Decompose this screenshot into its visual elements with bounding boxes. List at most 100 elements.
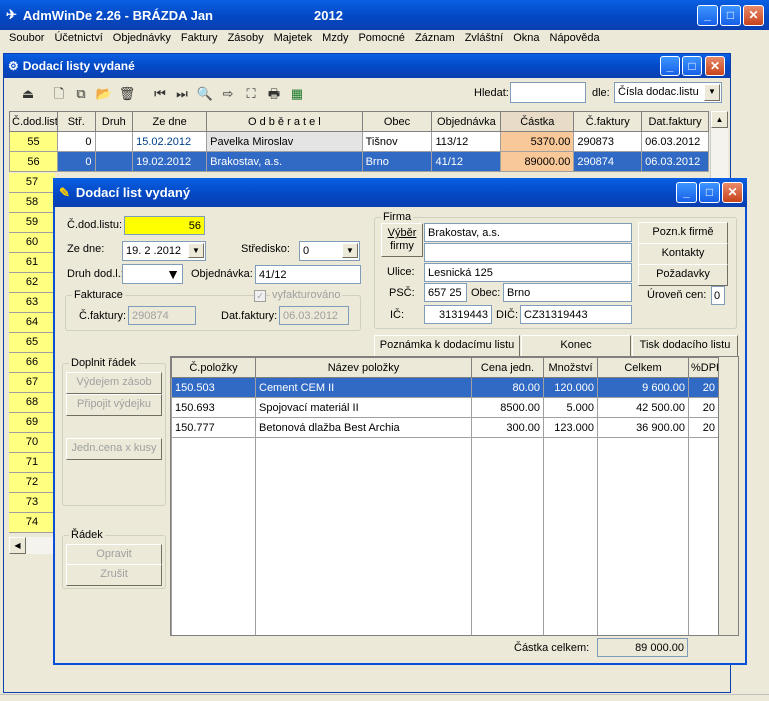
konec-button[interactable]: Konec xyxy=(521,335,631,357)
minimize-icon[interactable]: _ xyxy=(697,5,718,26)
objednavka-label: Objednávka: xyxy=(191,268,253,280)
list-maximize-icon[interactable]: □ xyxy=(682,56,702,76)
druh-select[interactable]: ▼ xyxy=(122,264,183,284)
table-row[interactable]: 150.777 Betonová dlažba Best Archia 300.00… xyxy=(171,417,719,438)
menu-item-4[interactable]: Zásoby xyxy=(228,32,264,50)
last-record-icon[interactable]: ⏭ xyxy=(172,84,192,104)
items-col-header[interactable]: %DPH xyxy=(688,357,719,378)
menu-item-11[interactable]: Nápověda xyxy=(550,32,600,50)
first-record-icon[interactable]: ⏮ xyxy=(150,84,170,104)
items-table: Č.položky Název položky Cena jedn. Množství… xyxy=(171,357,719,635)
list-col-header[interactable]: Částka xyxy=(500,111,575,132)
opravit-button[interactable]: Opravit xyxy=(66,544,162,566)
uroven-label: Úroveň cen: xyxy=(647,289,707,301)
list-minimize-icon[interactable]: _ xyxy=(660,56,680,76)
ulice-input[interactable] xyxy=(424,263,632,282)
cdl-input[interactable] xyxy=(124,216,205,235)
pozn-firme-button[interactable]: Pozn.k firmě xyxy=(638,222,728,244)
menu-item-5[interactable]: Majetek xyxy=(274,32,313,50)
search-input[interactable] xyxy=(510,82,586,103)
export-icon[interactable]: ⏏ xyxy=(18,84,38,104)
date-dropdown-icon[interactable]: ▼ xyxy=(188,243,204,258)
search-by-select[interactable]: Čísla dodac.listu ▼ xyxy=(614,82,722,103)
arrow-right-icon[interactable]: ⇨ xyxy=(218,84,238,104)
print-icon[interactable]: 🖶 xyxy=(264,84,284,104)
vydejem-zasob-button[interactable]: Výdejem zásob xyxy=(66,372,162,394)
menu-item-0[interactable]: Soubor xyxy=(9,32,44,50)
excel-icon[interactable]: ▦ xyxy=(287,84,307,104)
tisk-button[interactable]: Tisk dodacího listu xyxy=(632,335,738,357)
row-number: 70 xyxy=(9,433,55,453)
scroll-left-icon[interactable]: ◀ xyxy=(9,537,26,554)
list-hscroll[interactable]: ◀ xyxy=(9,537,55,554)
firma-name-input[interactable] xyxy=(424,223,632,242)
menu-item-3[interactable]: Faktury xyxy=(181,32,218,50)
jedn-cena-button[interactable]: Jedn.cena x kusy xyxy=(66,438,162,460)
list-col-header[interactable]: Č.dod.listu xyxy=(9,111,58,132)
psc-input[interactable] xyxy=(424,283,467,302)
dialog-close-icon[interactable]: ✕ xyxy=(722,182,743,203)
items-col-header[interactable]: Množství xyxy=(543,357,598,378)
list-close-icon[interactable]: ✕ xyxy=(705,56,725,76)
table-row[interactable]: 56 0 19.02.2012 Brakostav, a.s. Brno 41/12 890… xyxy=(9,151,709,172)
list-col-header[interactable]: Dat.faktury xyxy=(641,111,709,132)
new-icon[interactable]: 🗋 xyxy=(49,84,69,104)
poznamka-button[interactable]: Poznámka k dodacímu listu xyxy=(374,335,520,357)
stredisko-dropdown-icon[interactable]: ▼ xyxy=(342,243,358,258)
kontakty-button[interactable]: Kontakty xyxy=(638,243,728,265)
delete-icon[interactable]: 🗑 xyxy=(117,84,137,104)
firma-name2-input[interactable] xyxy=(424,243,632,262)
chevron-down-icon[interactable]: ▼ xyxy=(704,84,720,101)
zrusit-button[interactable]: Zrušit xyxy=(66,564,162,586)
table-row[interactable]: 150.693 Spojovací materiál II 8500.00 5.000… xyxy=(171,397,719,418)
items-col-header[interactable]: Cena jedn. xyxy=(471,357,544,378)
items-col-header[interactable]: Č.položky xyxy=(171,357,256,378)
uroven-input[interactable] xyxy=(711,286,725,305)
list-col-header[interactable]: Stř. xyxy=(56,111,96,132)
list-col-header[interactable]: Obec xyxy=(361,111,433,132)
menu-item-9[interactable]: Zvláštní xyxy=(465,32,504,50)
list-col-header[interactable]: Druh xyxy=(94,111,134,132)
maximize-icon[interactable]: □ xyxy=(720,5,741,26)
druh-dropdown-icon[interactable]: ▼ xyxy=(166,266,180,282)
items-col-header[interactable]: Název položky xyxy=(255,357,472,378)
menu-item-1[interactable]: Účetnictví xyxy=(54,32,102,50)
list-col-header[interactable]: O d b ě r a t e l xyxy=(206,111,363,132)
table-row[interactable]: 55 0 15.02.2012 Pavelka Miroslav Tišnov 113/1… xyxy=(9,131,709,152)
obec-input[interactable] xyxy=(503,283,632,302)
dic-input[interactable] xyxy=(520,305,632,324)
scroll-up-icon[interactable]: ▲ xyxy=(711,111,728,128)
date-picker[interactable]: 19. 2 .2012 ▼ xyxy=(122,241,206,261)
items-scrollbar[interactable] xyxy=(718,357,738,635)
menu-item-2[interactable]: Objednávky xyxy=(113,32,171,50)
table-row[interactable]: 150.503 Cement CEM II 80.00 120.000 9 600.00… xyxy=(171,377,719,398)
vyber-firmy-button[interactable]: Výběr firmy xyxy=(381,223,423,257)
list-col-header[interactable]: Č.faktury xyxy=(573,111,643,132)
menu-item-8[interactable]: Záznam xyxy=(415,32,455,50)
table-cell: 300.00 xyxy=(471,417,544,438)
close-icon[interactable]: ✕ xyxy=(743,5,764,26)
menu-item-6[interactable]: Mzdy xyxy=(322,32,348,50)
list-col-header[interactable]: Objednávka xyxy=(431,111,502,132)
dialog-maximize-icon[interactable]: □ xyxy=(699,182,720,203)
table-cell: 150.503 xyxy=(171,377,256,398)
obec-label: Obec: xyxy=(471,287,501,299)
pozadavky-button[interactable]: Požadavky xyxy=(638,264,728,286)
stredisko-select[interactable]: 0 ▼ xyxy=(299,241,360,261)
open-icon[interactable]: 📂 xyxy=(94,84,114,104)
objednavka-input[interactable] xyxy=(255,265,361,284)
items-col-header[interactable]: Celkem xyxy=(597,357,689,378)
columns-icon[interactable]: ⛶ xyxy=(241,84,261,104)
app-year: 2012 xyxy=(314,7,343,23)
search-icon[interactable]: 🔍 xyxy=(195,84,215,104)
ic-label: IČ: xyxy=(390,309,405,321)
pripojit-vydejku-button[interactable]: Připojit výdejku xyxy=(66,394,162,416)
ic-input[interactable] xyxy=(424,305,492,324)
copy-icon[interactable]: ⧉ xyxy=(71,84,91,104)
menu-item-7[interactable]: Pomocné xyxy=(358,32,404,50)
menu-item-10[interactable]: Okna xyxy=(513,32,539,50)
list-col-header[interactable]: Ze dne xyxy=(132,111,208,132)
vyfakturovano-checkbox[interactable]: ✓ xyxy=(254,290,266,302)
list-table: Č.dod.listuStř.DruhZe dneO d b ě r a t e… xyxy=(9,111,709,172)
dialog-minimize-icon[interactable]: _ xyxy=(676,182,697,203)
